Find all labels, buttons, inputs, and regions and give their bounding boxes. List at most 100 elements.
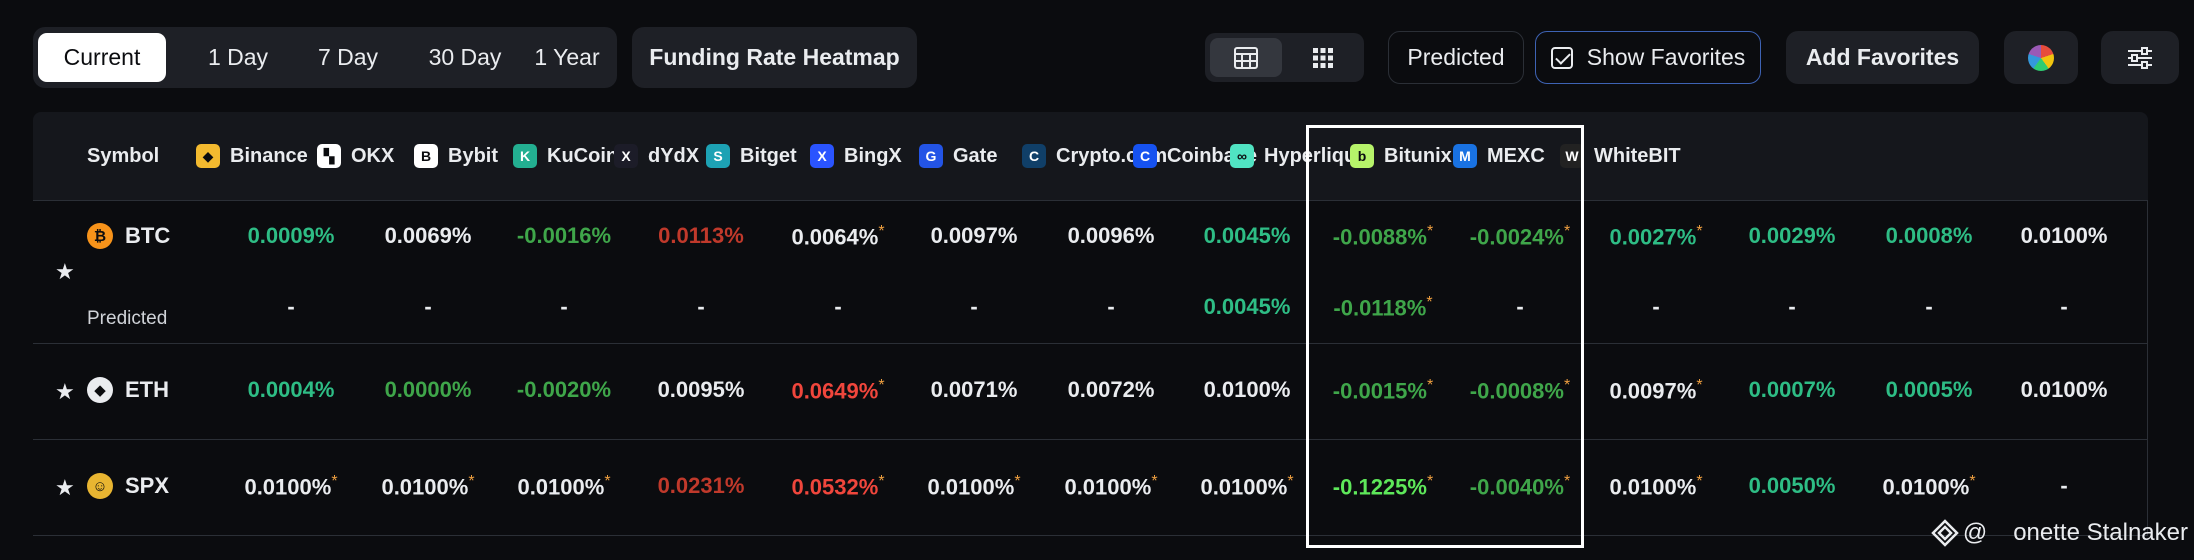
- estimated-asterisk: *: [878, 223, 885, 240]
- btc-predicted-rate-cell: -: [1724, 294, 1860, 320]
- estimated-asterisk: *: [604, 473, 611, 490]
- eth-rate-cell: 0.0071%: [906, 377, 1042, 403]
- table-view-button[interactable]: [1210, 38, 1282, 77]
- exchange-header-bybit[interactable]: B Bybit: [414, 112, 498, 200]
- btc-rate-cell: 0.0113%: [633, 223, 769, 249]
- spx-rate-cell: 0.0100%*: [223, 473, 359, 500]
- rate-value: -: [834, 294, 842, 319]
- checkbox-icon: [1550, 46, 1573, 69]
- dydx-logo-icon: X: [614, 144, 638, 168]
- eth-rate-cell: 0.0004%: [223, 377, 359, 403]
- bitget-logo-icon: S: [706, 144, 730, 168]
- rate-value: 0.0004%: [247, 377, 335, 402]
- exchange-name: Binance: [230, 144, 308, 167]
- show-favorites-toggle[interactable]: Show Favorites: [1535, 31, 1761, 84]
- coinbase-logo-icon: C: [1133, 144, 1157, 168]
- rate-value: 0.0100%: [517, 474, 605, 500]
- rate-value: -: [424, 294, 432, 319]
- exchange-header-kucoin[interactable]: K KuCoin: [513, 112, 618, 200]
- exchange-header-bingx[interactable]: X BingX: [810, 112, 902, 200]
- settings-button[interactable]: [2101, 31, 2179, 84]
- period-30-day[interactable]: 30 Day: [405, 33, 525, 82]
- rate-value: 0.0045%: [1203, 223, 1291, 248]
- rate-value: -0.0016%: [516, 223, 612, 248]
- toolbar: Current 1 Day 7 Day 30 Day 1 Year Fundin…: [0, 0, 2194, 112]
- exchange-header-binance[interactable]: ◆ Binance: [196, 112, 308, 200]
- eth-rate-cell: 0.0097%*: [1588, 377, 1724, 404]
- rate-value: 0.0071%: [930, 377, 1018, 402]
- gate-logo-icon: G: [919, 144, 943, 168]
- period-current[interactable]: Current: [38, 33, 166, 82]
- predicted-row-label: Predicted: [87, 308, 168, 329]
- spx-rate-cell: -: [1996, 473, 2132, 499]
- exchange-header-okx[interactable]: ▚ OKX: [317, 112, 394, 200]
- symbol-label: ETH: [125, 377, 169, 402]
- rate-value: 0.0100%: [1203, 377, 1291, 402]
- spx-rate-cell: 0.0532%*: [770, 473, 906, 500]
- period-1-year[interactable]: 1 Year: [521, 33, 613, 82]
- symbol-eth[interactable]: ◆ ETH: [87, 377, 169, 403]
- favorite-star-icon[interactable]: ★: [55, 259, 75, 285]
- binance-logo-icon: ◆: [196, 144, 220, 168]
- spx-rate-cell: 0.0100%*: [906, 473, 1042, 500]
- estimated-asterisk: *: [1696, 377, 1703, 394]
- symbol-btc[interactable]: ₿ BTC: [87, 223, 170, 249]
- btc-predicted-rate-cell: -: [906, 294, 1042, 320]
- estimated-asterisk: *: [1014, 473, 1021, 490]
- eth-coin-icon: ◆: [87, 377, 113, 403]
- estimated-asterisk: *: [878, 377, 885, 394]
- show-favorites-label: Show Favorites: [1586, 44, 1746, 70]
- exchange-header-gate[interactable]: G Gate: [919, 112, 997, 200]
- rate-value: 0.0100%: [381, 474, 469, 500]
- divider: [33, 439, 2148, 440]
- eth-rate-cell: 0.0100%: [1179, 377, 1315, 403]
- rate-value: 0.0069%: [384, 223, 472, 248]
- btc-predicted-rate-cell: -: [1043, 294, 1179, 320]
- estimated-asterisk: *: [1696, 223, 1703, 240]
- predicted-button[interactable]: Predicted: [1388, 31, 1524, 84]
- rate-value: 0.0000%: [384, 377, 472, 402]
- period-1-day[interactable]: 1 Day: [183, 33, 293, 82]
- estimated-asterisk: *: [331, 473, 338, 490]
- funding-rate-table: Symbol ◆ Binance ▚ OKX B Bybit K KuCoin XdYdX S Bi…: [33, 112, 2148, 560]
- funding-rate-heatmap-button[interactable]: Funding Rate Heatmap: [632, 27, 917, 88]
- rate-value: -: [287, 294, 295, 319]
- exchange-header-bitget[interactable]: S Bitget: [706, 112, 797, 200]
- btc-rate-cell: 0.0008%: [1861, 223, 1997, 249]
- rate-value: -: [1107, 294, 1115, 319]
- exchange-name: WhiteBIT: [1594, 144, 1681, 167]
- kucoin-logo-icon: K: [513, 144, 537, 168]
- sliders-icon: [2128, 46, 2152, 69]
- rate-value: 0.0029%: [1748, 223, 1836, 248]
- eth-rate-cell: -0.0020%: [496, 377, 632, 403]
- rate-value: 0.0008%: [1885, 223, 1973, 248]
- btc-predicted-rate-cell: -: [1861, 294, 1997, 320]
- btc-rate-cell: 0.0097%: [906, 223, 1042, 249]
- hyperliquid-logo-icon: ∞: [1230, 144, 1254, 168]
- spx-rate-cell: 0.0231%: [633, 473, 769, 499]
- add-favorites-button[interactable]: Add Favorites: [1786, 31, 1979, 84]
- rate-value: 0.0100%: [244, 474, 332, 500]
- color-theme-button[interactable]: [2004, 31, 2078, 84]
- btc-rate-cell: 0.0069%: [360, 223, 496, 249]
- exchange-header-dydx[interactable]: XdYdX: [614, 112, 699, 200]
- rate-value: -: [1652, 294, 1660, 319]
- favorite-star-icon[interactable]: ★: [55, 475, 75, 501]
- okx-logo-icon: ▚: [317, 144, 341, 168]
- estimated-asterisk: *: [1287, 473, 1294, 490]
- rate-value: 0.0231%: [657, 473, 745, 498]
- grid-icon: [1313, 47, 1333, 68]
- estimated-asterisk: *: [878, 473, 885, 490]
- grid-view-button[interactable]: [1287, 38, 1359, 77]
- btc-predicted-rate-cell: -: [633, 294, 769, 320]
- eth-rate-cell: 0.0649%*: [770, 377, 906, 404]
- estimated-asterisk: *: [1151, 473, 1158, 490]
- btc-rate-cell: 0.0029%: [1724, 223, 1860, 249]
- watermark-at: @: [1962, 519, 1988, 546]
- symbol-spx[interactable]: ☺ SPX: [87, 473, 169, 499]
- symbol-label: SPX: [125, 473, 170, 498]
- btc-predicted-rate-cell: -: [496, 294, 632, 320]
- period-7-day[interactable]: 7 Day: [295, 33, 401, 82]
- rate-value: 0.0097%: [930, 223, 1018, 248]
- favorite-star-icon[interactable]: ★: [55, 379, 75, 405]
